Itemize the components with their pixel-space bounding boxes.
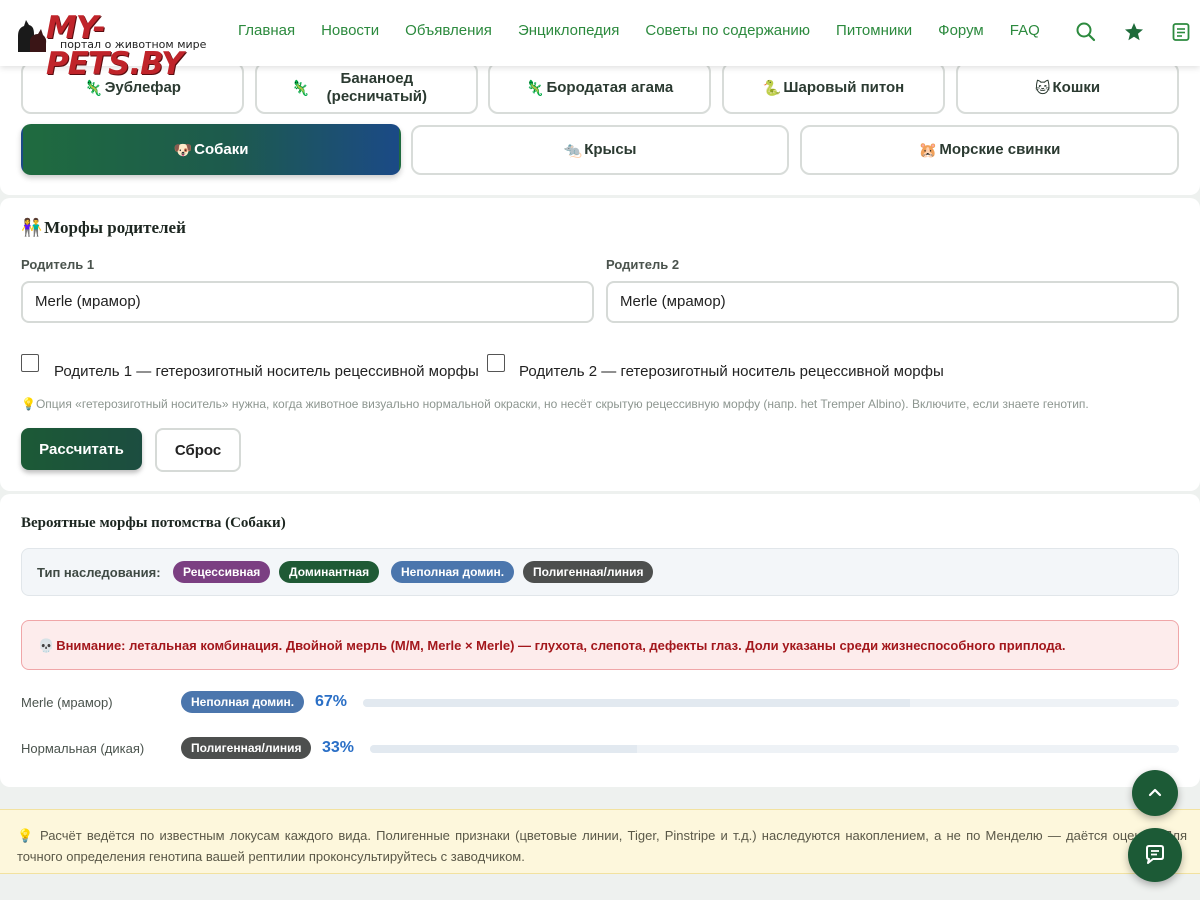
species-label: Крысы (584, 141, 637, 158)
legend-label: Тип наследования: (37, 565, 161, 580)
species-label: Морские свинки (939, 141, 1061, 158)
parents-title-text: Морфы родителей (44, 218, 186, 237)
snake-icon: 🐍 (762, 79, 782, 97)
nav-encyclopedia[interactable]: Энциклопедия (518, 22, 619, 39)
result-type-merle: Неполная домин. (181, 691, 305, 713)
lethal-warning: 💀 Внимание: летальная комбинация. Двойной… (21, 620, 1179, 670)
species-rats[interactable]: 🐀 Крысы (411, 125, 789, 175)
chevron-up-icon (1148, 788, 1162, 797)
species-dogs[interactable]: 🐶 Собаки (21, 124, 401, 175)
species-cats[interactable]: 🐱 Кошки (956, 62, 1179, 114)
nav-care-tips[interactable]: Советы по содержанию (645, 22, 810, 39)
lethal-warning-text: 💀 Внимание: летальная комбинация. Двойной… (38, 638, 1066, 654)
nav-kennels[interactable]: Питомники (836, 22, 912, 39)
results-title: Вероятные морфы потомства (Собаки) (21, 515, 286, 531)
legend-incomplete-dominant: Неполная домин. (391, 561, 515, 583)
parent1-het-checkbox[interactable] (21, 354, 39, 372)
het-hint: 💡Опция «гетерозиготный носитель» нужна, … (21, 397, 1089, 411)
result-bar-merle (363, 699, 1179, 707)
logo-subtitle: портал о животном мире (60, 38, 207, 51)
parent2-label: Родитель 2 (606, 257, 680, 272)
pets-silhouette-icon (18, 20, 47, 52)
parent1-select[interactable]: Merle (мрамор) (21, 281, 594, 323)
parent2-het-checkbox[interactable] (487, 354, 505, 372)
calculate-button[interactable]: Рассчитать (21, 428, 142, 470)
rat-icon: 🐀 (563, 141, 583, 159)
cat-icon: 🐱 (1034, 79, 1051, 97)
species-label: Собаки (194, 140, 249, 158)
skull-icon: 💀 (38, 639, 55, 654)
search-icon[interactable] (1075, 21, 1097, 43)
chat-icon (1146, 845, 1164, 864)
result-bar-normal (370, 745, 1179, 753)
parents-card: 👫 Морфы родителей Родитель 1 Родитель 2 M… (0, 198, 1200, 491)
main-nav: Главная Новости Объявления Энциклопедия … (238, 22, 1066, 39)
nav-home[interactable]: Главная (238, 22, 295, 39)
couple-icon: 👫 (21, 218, 43, 238)
result-bar-fill (370, 745, 637, 753)
inheritance-legend: Тип наследования: Рецессивная Доминантна… (21, 548, 1179, 596)
result-bar-fill (363, 699, 910, 707)
legend-dominant: Доминантная (279, 561, 380, 583)
lizard-icon: 🦎 (525, 79, 545, 97)
nav-forum[interactable]: Форум (938, 22, 984, 39)
species-guinea-pigs[interactable]: 🐹 Морские свинки (800, 125, 1179, 175)
species-bearded-dragon[interactable]: 🦎 Бородатая агама (488, 62, 711, 114)
chat-button[interactable] (1128, 828, 1182, 882)
species-label: Бананоед (ресничатый) (326, 70, 428, 105)
species-label: Бородатая агама (546, 79, 674, 96)
site-header: MY-PETS.BY портал о животном мире Главна… (0, 0, 1200, 82)
result-label-merle: Merle (мрамор) (21, 695, 113, 710)
species-ball-python[interactable]: 🐍 Шаровый питон (722, 62, 945, 114)
site-logo[interactable]: MY-PETS.BY портал о животном мире (14, 10, 216, 82)
legend-polygenic: Полигенная/линия (523, 561, 654, 583)
result-percent-merle: 67% (315, 693, 348, 710)
hamster-icon: 🐹 (918, 141, 938, 159)
dog-icon: 🐶 (173, 140, 193, 159)
result-percent-normal: 33% (322, 739, 355, 756)
lizard-icon: 🦎 (291, 79, 310, 97)
nav-faq[interactable]: FAQ (1010, 22, 1040, 39)
scroll-top-button[interactable] (1132, 770, 1178, 816)
star-icon[interactable] (1123, 21, 1145, 43)
warning-message: Внимание: летальная комбинация. Двойной … (56, 638, 1066, 653)
parent2-het-label: Родитель 2 — гетерозиготный носитель рец… (519, 363, 944, 380)
notes-icon[interactable] (1170, 21, 1192, 43)
parent1-label: Родитель 1 (21, 257, 95, 272)
legend-recessive: Рецессивная (173, 561, 271, 583)
species-label: Шаровый питон (783, 79, 905, 96)
nav-ads[interactable]: Объявления (405, 22, 492, 39)
species-crested-gecko[interactable]: 🦎 Бананоед (ресничатый) (255, 62, 478, 114)
parent2-select[interactable]: Merle (мрамор) (606, 281, 1179, 323)
nav-news[interactable]: Новости (321, 22, 379, 39)
result-type-normal: Полигенная/линия (181, 737, 312, 759)
calculation-note: 💡 Расчёт ведётся по известным локусам ка… (0, 809, 1200, 874)
calculation-note-text: 💡 Расчёт ведётся по известным локусам ка… (17, 828, 1187, 864)
species-label: Кошки (1052, 79, 1101, 96)
reset-button[interactable]: Сброс (155, 428, 241, 472)
result-label-normal: Нормальная (дикая) (21, 741, 145, 756)
parent1-het-label: Родитель 1 — гетерозиготный носитель рец… (54, 363, 479, 380)
parents-title: 👫 Морфы родителей (21, 218, 186, 238)
